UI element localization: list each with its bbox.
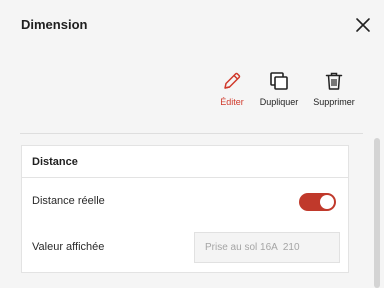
duplicate-button-label: Dupliquer: [259, 97, 299, 107]
edit-button[interactable]: Éditer: [216, 70, 248, 114]
display-value-input[interactable]: [194, 232, 340, 263]
real-distance-label: Distance réelle: [32, 195, 105, 207]
edit-button-label: Éditer: [220, 97, 244, 107]
trash-icon: [325, 72, 343, 90]
distance-section: Distance Distance réelle Valeur affichée: [21, 145, 349, 273]
pencil-icon: [224, 72, 241, 89]
duplicate-button[interactable]: Dupliquer: [255, 70, 303, 114]
real-distance-toggle[interactable]: [299, 193, 336, 211]
panel-title: Dimension: [21, 17, 88, 32]
divider: [20, 133, 363, 134]
section-title: Distance: [22, 146, 348, 178]
close-icon: [356, 18, 370, 32]
display-value-label: Valeur affichée: [32, 241, 105, 253]
scrollbar[interactable]: [374, 138, 380, 288]
action-toolbar: Éditer Dupliquer Supprimer: [0, 70, 384, 114]
delete-button-label: Supprimer: [313, 97, 355, 107]
toggle-knob: [320, 195, 334, 209]
close-button[interactable]: [355, 17, 371, 33]
delete-button[interactable]: Supprimer: [309, 70, 359, 114]
duplicate-icon: [270, 72, 288, 90]
